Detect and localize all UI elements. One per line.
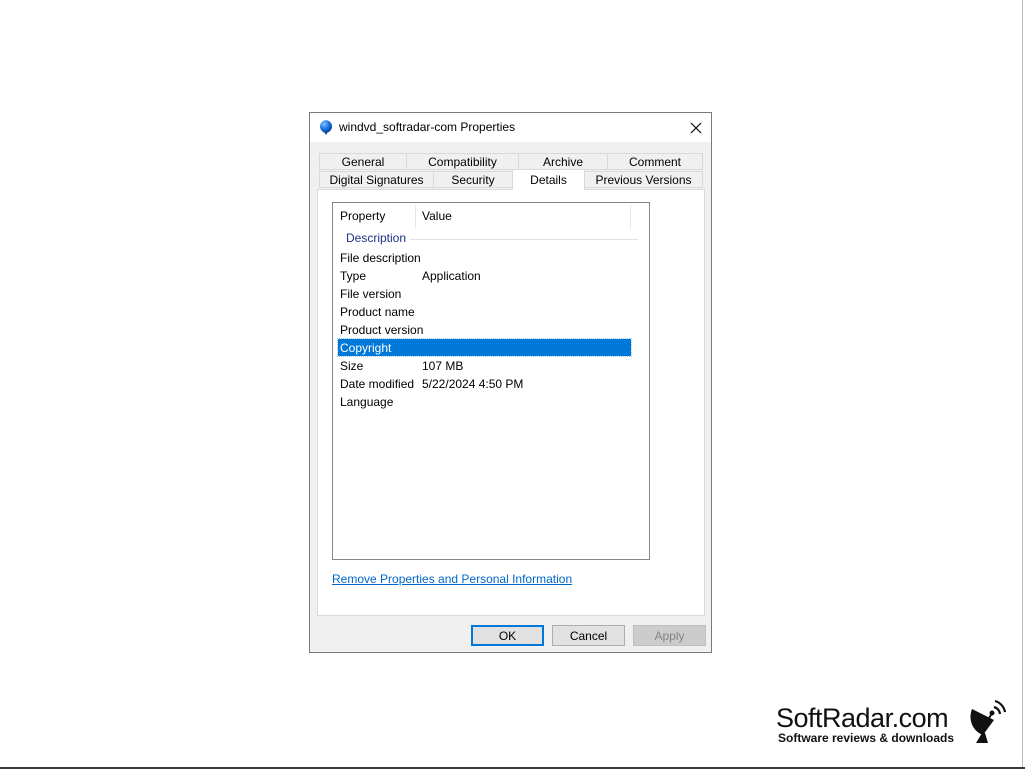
tab-comment[interactable]: Comment <box>607 153 703 170</box>
softradar-watermark: SoftRadar.com Software reviews & downloa… <box>776 699 1006 748</box>
tab-label: Comment <box>628 154 681 169</box>
tab-label: Details <box>530 173 567 187</box>
cancel-button[interactable]: Cancel <box>552 625 625 646</box>
property-row[interactable]: Date modified 5/22/2024 4:50 PM <box>338 375 631 392</box>
tab-details[interactable]: Details <box>512 169 585 190</box>
property-name: File version <box>340 287 402 301</box>
property-value: 5/22/2024 4:50 PM <box>422 377 524 391</box>
cancel-button-label: Cancel <box>569 628 608 643</box>
properties-dialog: windvd_softradar-com Properties General … <box>309 112 712 653</box>
property-row[interactable]: Type Application <box>338 267 631 284</box>
tab-security[interactable]: Security <box>433 171 513 188</box>
property-row-selected[interactable]: Copyright <box>337 338 632 357</box>
tab-label: Compatibility <box>428 154 497 169</box>
property-row[interactable]: File version <box>338 285 631 302</box>
window-title: windvd_softradar-com Properties <box>339 120 516 134</box>
apply-button-label: Apply <box>654 628 685 643</box>
ok-button[interactable]: OK <box>471 625 544 646</box>
property-name: Size <box>340 359 364 373</box>
windvd-balloon-icon <box>320 120 332 135</box>
tab-previous-versions[interactable]: Previous Versions <box>584 171 703 188</box>
details-list[interactable]: Property Value Description File descript… <box>332 202 650 560</box>
ok-button-label: OK <box>498 628 517 643</box>
screen-right-edge <box>1022 0 1023 769</box>
property-name: File description <box>340 251 421 265</box>
brand-tagline: Software reviews & downloads <box>778 731 955 745</box>
tab-compatibility[interactable]: Compatibility <box>406 153 519 170</box>
brand-name: SoftRadar.com <box>776 703 949 733</box>
group-header-description: Description <box>346 231 407 245</box>
tab-digital-signatures[interactable]: Digital Signatures <box>319 171 434 188</box>
property-value: 107 MB <box>422 359 464 373</box>
property-name: Copyright <box>340 341 392 355</box>
property-name: Product name <box>340 305 415 319</box>
column-header-label: Property <box>340 209 386 223</box>
apply-button[interactable]: Apply <box>633 625 706 646</box>
column-header-label: Value <box>422 209 452 223</box>
property-name: Product version <box>340 323 424 337</box>
tab-label: Digital Signatures <box>329 172 424 187</box>
property-name: Language <box>340 395 394 409</box>
close-icon <box>690 122 702 133</box>
title-bar[interactable]: windvd_softradar-com Properties <box>310 113 711 142</box>
column-divider[interactable] <box>630 205 631 229</box>
tab-label: General <box>341 154 385 169</box>
tab-label: Previous Versions <box>595 172 692 187</box>
property-row[interactable]: Product name <box>338 303 631 320</box>
tab-label: Archive <box>542 154 583 169</box>
tab-general[interactable]: General <box>319 153 407 170</box>
column-header-value[interactable]: Value <box>416 203 630 229</box>
tab-archive[interactable]: Archive <box>518 153 608 170</box>
details-panel: Property Value Description File descript… <box>317 189 705 616</box>
property-row[interactable]: Size 107 MB <box>338 357 631 374</box>
satellite-dish-icon <box>970 699 1006 743</box>
property-row[interactable]: Product version <box>338 321 631 338</box>
group-divider <box>410 239 638 240</box>
property-row[interactable]: File description <box>338 249 631 266</box>
property-name: Date modified <box>340 377 415 391</box>
close-button[interactable] <box>681 113 711 142</box>
property-name: Type <box>340 269 367 283</box>
column-header-property[interactable]: Property <box>333 203 415 229</box>
remove-properties-link[interactable]: Remove Properties and Personal Informati… <box>332 572 572 586</box>
property-row[interactable]: Language <box>338 393 631 410</box>
property-value: Application <box>422 269 481 283</box>
tab-label: Security <box>451 172 495 187</box>
